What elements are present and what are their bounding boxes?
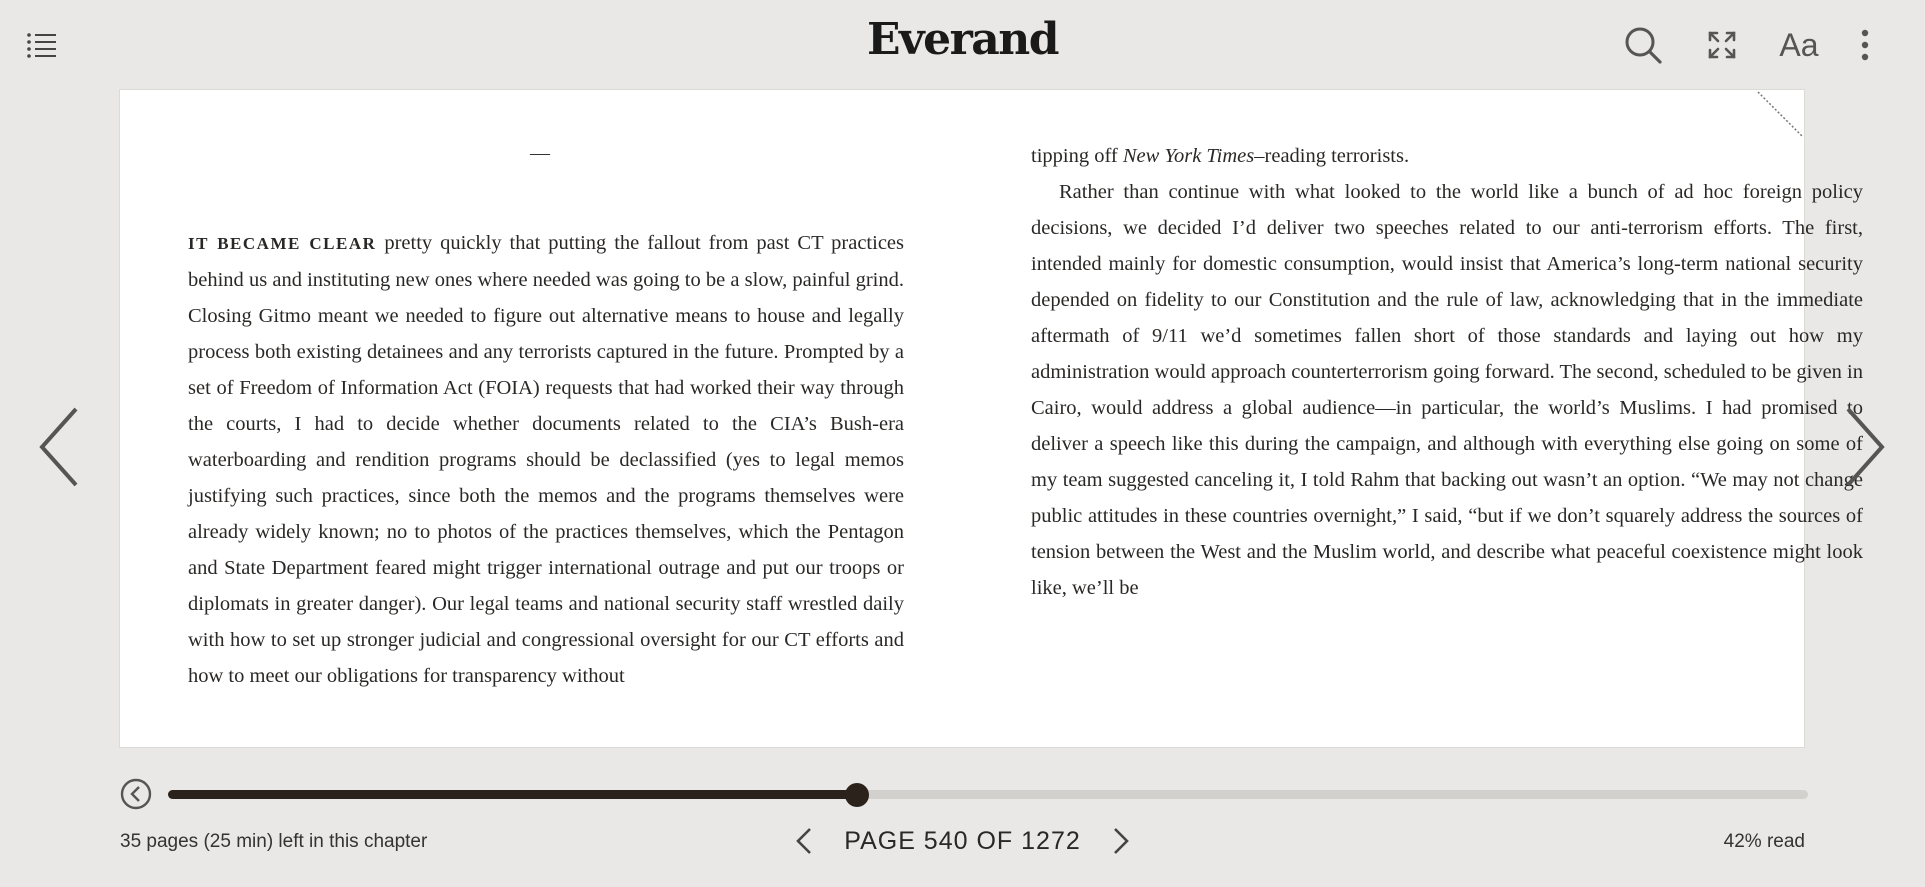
percent-read-text: 42% read	[1723, 831, 1805, 852]
fullscreen-icon	[1708, 31, 1736, 59]
search-button[interactable]	[1620, 22, 1666, 68]
table-of-contents-icon	[27, 33, 56, 58]
left-column: IT BECAME CLEAR pretty quickly that putt…	[188, 225, 904, 694]
progress-fill	[168, 790, 857, 799]
more-options-button[interactable]	[1842, 22, 1888, 68]
right-column: tipping off New York Times–reading terro…	[1031, 138, 1863, 606]
back-circle-icon	[120, 778, 152, 810]
top-toolbar: Everand Aa	[0, 0, 1925, 90]
book-page: — IT BECAME CLEAR pretty quickly that pu…	[120, 90, 1863, 747]
search-icon	[1625, 27, 1662, 64]
font-settings-icon: Aa	[1779, 26, 1819, 63]
reading-progress	[120, 776, 1810, 812]
pager-next-button[interactable]	[1109, 825, 1133, 857]
next-page-button[interactable]	[1840, 405, 1888, 489]
table-of-contents-button[interactable]	[26, 30, 58, 60]
more-options-icon	[1861, 29, 1869, 61]
right-line-text-end: –reading terrorists.	[1254, 145, 1410, 167]
pager-previous-button[interactable]	[792, 825, 816, 857]
page-corner-bookmark-icon[interactable]	[1756, 90, 1804, 138]
fullscreen-button[interactable]	[1699, 22, 1745, 68]
progress-track[interactable]	[168, 783, 1808, 807]
previous-page-button[interactable]	[36, 405, 84, 489]
back-to-position-button[interactable]	[120, 778, 152, 810]
page-navigator: PAGE 540 OF 1272	[0, 825, 1925, 857]
font-settings-button[interactable]: Aa	[1776, 22, 1822, 68]
chevron-right-icon	[1846, 407, 1885, 487]
section-separator: —	[530, 142, 550, 164]
page-indicator: PAGE 540 OF 1272	[844, 826, 1081, 855]
right-first-line: tipping off New York Times–reading terro…	[1031, 138, 1863, 174]
chevron-left-icon	[796, 828, 812, 854]
lead-in-text: IT BECAME CLEAR	[188, 234, 377, 253]
chevron-left-icon	[39, 407, 78, 487]
progress-slider-handle[interactable]	[844, 783, 869, 807]
left-paragraph: IT BECAME CLEAR pretty quickly that putt…	[188, 225, 904, 694]
italic-title: New York Times	[1122, 145, 1255, 167]
chevron-right-icon	[1113, 828, 1129, 854]
left-body-text: pretty quickly that putting the fallout …	[188, 232, 904, 687]
right-line-text: tipping off	[1031, 145, 1118, 167]
right-paragraph: Rather than continue with what looked to…	[1031, 181, 1863, 599]
